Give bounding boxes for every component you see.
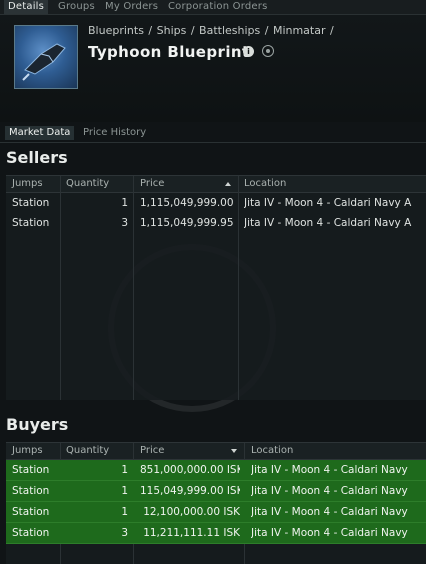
column-location[interactable]: Location xyxy=(251,445,293,456)
sellers-table: Jumps Quantity Price Location Station 1 … xyxy=(6,175,426,400)
location-cell: Jita IV - Moon 4 - Caldari Navy xyxy=(251,485,408,497)
column-quantity[interactable]: Quantity xyxy=(66,445,109,456)
market-subtabs: Market Data Price History xyxy=(0,124,426,143)
buyer-row[interactable]: Station 1 115,049,999.00 ISK Jita IV - M… xyxy=(6,481,426,502)
quantity-cell: 1 xyxy=(121,506,128,518)
column-price[interactable]: Price xyxy=(140,445,164,456)
jumps-cell: Station xyxy=(12,527,50,539)
quantity-cell: 1 xyxy=(121,485,128,497)
jumps-cell: Station xyxy=(12,197,50,209)
seller-row[interactable]: Station 1 1,115,049,999.00 I Jita IV - M… xyxy=(6,193,426,213)
sellers-title: Sellers xyxy=(6,148,68,167)
price-cell: 851,000,000.00 ISK xyxy=(140,464,240,476)
tab-groups[interactable]: Groups xyxy=(58,0,95,14)
buyer-row[interactable]: Station 1 12,100,000.00 ISK Jita IV - Mo… xyxy=(6,502,426,523)
buyers-header: Jumps Quantity Price Location xyxy=(6,443,426,460)
buyers-title: Buyers xyxy=(6,415,69,434)
price-cell: 115,049,999.00 ISK xyxy=(140,485,240,497)
location-cell: Jita IV - Moon 4 - Caldari Navy xyxy=(251,527,408,539)
quantity-cell: 3 xyxy=(121,527,128,539)
tab-market-data[interactable]: Market Data xyxy=(5,126,75,140)
location-cell: Jita IV - Moon 4 - Caldari Navy xyxy=(251,506,408,518)
column-location[interactable]: Location xyxy=(244,178,286,189)
location-cell: Jita IV - Moon 4 - Caldari Navy xyxy=(251,464,408,476)
show-in-market-icon[interactable] xyxy=(262,45,274,57)
quantity-cell: 3 xyxy=(121,217,128,229)
ship-icon xyxy=(22,43,66,81)
jumps-cell: Station xyxy=(12,464,50,476)
location-cell: Jita IV - Moon 4 - Caldari Navy A xyxy=(244,217,412,229)
jumps-cell: Station xyxy=(12,485,50,497)
blueprint-icon[interactable] xyxy=(14,25,78,89)
quantity-cell: 1 xyxy=(121,197,128,209)
tab-corporation-orders[interactable]: Corporation Orders xyxy=(168,0,267,14)
sort-descending-icon xyxy=(231,449,237,453)
top-tab-bar: Details Groups My Orders Corporation Ord… xyxy=(0,0,426,15)
column-jumps[interactable]: Jumps xyxy=(12,178,43,189)
buyers-table: Jumps Quantity Price Location Station 1 … xyxy=(6,442,426,564)
price-cell: 1,115,049,999.00 I xyxy=(140,197,235,209)
breadcrumb[interactable]: Blueprints / Ships / Battleships / Minma… xyxy=(88,24,334,37)
location-cell: Jita IV - Moon 4 - Caldari Navy A xyxy=(244,197,412,209)
page-title: Typhoon Blueprint xyxy=(88,43,250,61)
sort-ascending-icon xyxy=(225,182,231,186)
column-jumps[interactable]: Jumps xyxy=(12,445,43,456)
seller-row[interactable]: Station 3 1,115,049,999.95 I Jita IV - M… xyxy=(6,213,426,233)
quantity-cell: 1 xyxy=(121,464,128,476)
column-quantity[interactable]: Quantity xyxy=(66,178,109,189)
tab-details[interactable]: Details xyxy=(4,0,49,14)
jumps-cell: Station xyxy=(12,217,50,229)
jumps-cell: Station xyxy=(12,506,50,518)
buyer-row[interactable]: Station 1 851,000,000.00 ISK Jita IV - M… xyxy=(6,460,426,481)
column-price[interactable]: Price xyxy=(140,178,164,189)
sellers-header: Jumps Quantity Price Location xyxy=(6,176,426,193)
tab-my-orders[interactable]: My Orders xyxy=(105,0,158,14)
tab-price-history[interactable]: Price History xyxy=(83,126,146,140)
info-icon[interactable]: i xyxy=(243,46,254,57)
price-cell: 1,115,049,999.95 I xyxy=(140,217,235,229)
price-cell: 11,211,111.11 ISK xyxy=(143,527,240,539)
buyer-row[interactable]: Station 3 11,211,111.11 ISK Jita IV - Mo… xyxy=(6,523,426,544)
price-cell: 12,100,000.00 ISK xyxy=(143,506,240,518)
